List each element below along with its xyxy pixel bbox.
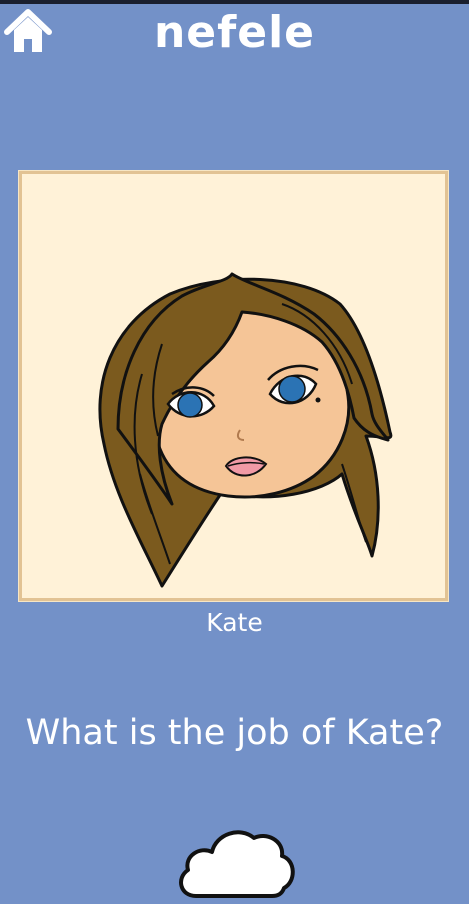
portrait-name: Kate	[206, 608, 263, 637]
portrait-image	[98, 272, 393, 588]
question-text: What is the job of Kate?	[25, 713, 444, 753]
cloud-icon	[179, 830, 295, 898]
cloud-button[interactable]	[174, 822, 296, 900]
portrait-frame	[18, 170, 449, 602]
app-title: nefele	[153, 7, 316, 58]
